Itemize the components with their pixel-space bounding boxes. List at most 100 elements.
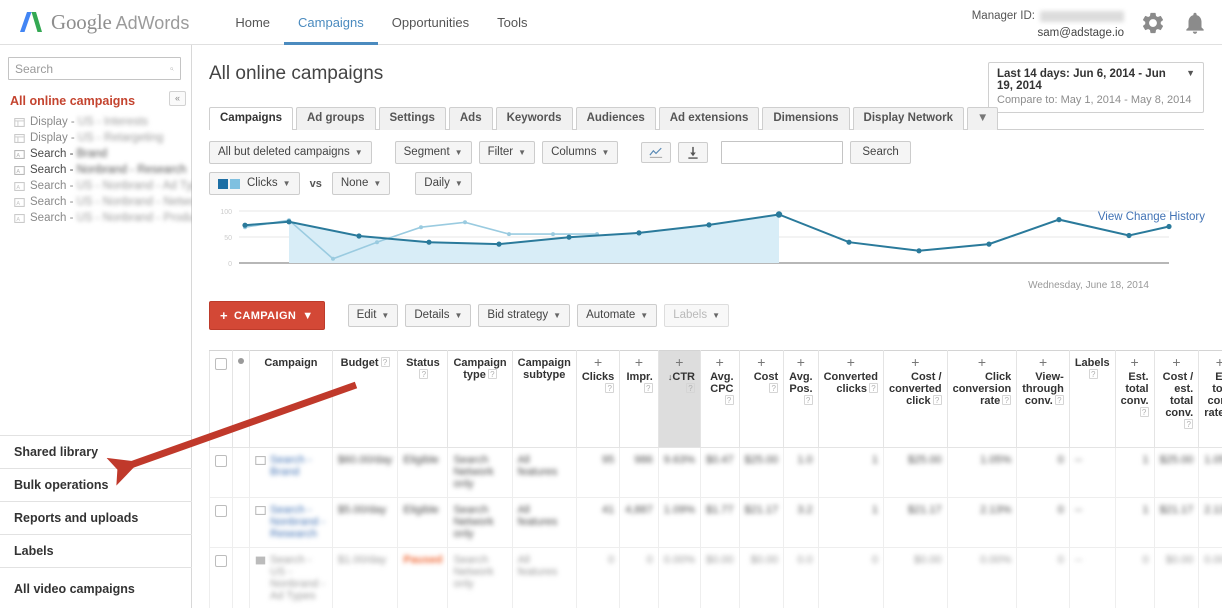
- campaign-name-link[interactable]: Search - Brand: [270, 454, 327, 478]
- tab-keywords[interactable]: Keywords: [495, 107, 573, 130]
- help-icon[interactable]: ?: [380, 357, 390, 367]
- toggle-chart-button[interactable]: [641, 142, 672, 163]
- tab-more-dropdown[interactable]: ▼: [967, 107, 999, 130]
- column-header-avg-pos[interactable]: + Avg. Pos.?: [783, 350, 819, 448]
- add-column-icon[interactable]: +: [745, 355, 779, 369]
- row-budget-cell[interactable]: $60.00/day: [331, 447, 399, 498]
- bid-strategy-button[interactable]: Bid strategy ▼: [478, 304, 571, 327]
- add-column-icon[interactable]: +: [824, 355, 878, 369]
- add-column-icon[interactable]: +: [1121, 355, 1149, 369]
- edit-button[interactable]: Edit ▼: [347, 304, 399, 327]
- add-column-icon[interactable]: +: [889, 355, 942, 369]
- tab-dimensions[interactable]: Dimensions: [762, 107, 850, 130]
- download-report-button[interactable]: [678, 142, 709, 163]
- add-column-icon[interactable]: +: [789, 355, 812, 369]
- column-header-impr[interactable]: + Impr.?: [619, 350, 659, 448]
- row-budget-cell[interactable]: $1.00/day: [331, 547, 399, 608]
- segment-button[interactable]: Segment ▼: [394, 141, 472, 164]
- column-header-status-dot[interactable]: [232, 350, 250, 448]
- row-labels-cell[interactable]: --: [1068, 447, 1116, 498]
- row-checkbox[interactable]: [215, 505, 227, 517]
- column-header-labels[interactable]: Labels?: [1068, 350, 1116, 448]
- sidebar-item-labels[interactable]: Labels: [0, 534, 192, 567]
- new-campaign-button[interactable]: + CAMPAIGN ▼: [209, 301, 325, 330]
- row-budget-cell[interactable]: $5.00/day: [331, 497, 399, 548]
- tab-audiences[interactable]: Audiences: [575, 107, 656, 130]
- column-header-avg-cpc[interactable]: + Avg. CPC?: [699, 350, 740, 448]
- bell-icon[interactable]: [1182, 10, 1208, 36]
- sidebar-campaign-item[interactable]: Display - US - Interests: [0, 114, 191, 130]
- search-input[interactable]: [15, 61, 170, 76]
- help-icon[interactable]: ?: [643, 383, 653, 393]
- column-header-est-total-conv-rate[interactable]: + Est. total conv. rate?: [1198, 350, 1222, 448]
- table-search-button[interactable]: Search: [850, 141, 911, 164]
- column-header-campaign-type[interactable]: Campaign type?: [447, 350, 513, 448]
- add-column-icon[interactable]: +: [706, 355, 734, 369]
- help-icon[interactable]: ?: [803, 395, 813, 405]
- column-header-status[interactable]: Status?: [397, 350, 449, 448]
- help-icon[interactable]: ?: [685, 383, 695, 393]
- column-header-campaign-subtype[interactable]: Campaign subtype: [511, 350, 577, 448]
- help-icon[interactable]: ?: [1184, 419, 1194, 429]
- sidebar-campaign-item[interactable]: A Search - US - Nonbrand - Ad Types: [0, 178, 211, 194]
- sidebar-item-all-video-campaigns[interactable]: All video campaigns: [0, 567, 192, 608]
- add-column-icon[interactable]: +: [1204, 355, 1222, 369]
- column-header-campaign[interactable]: Campaign: [249, 350, 333, 448]
- column-header-clicks[interactable]: + Clicks?: [575, 350, 621, 448]
- sidebar-campaign-item[interactable]: A Search - US - Nonbrand - Products: [0, 210, 209, 226]
- filter-button[interactable]: Filter ▼: [478, 141, 536, 164]
- add-column-icon[interactable]: +: [953, 355, 1012, 369]
- adwords-logo[interactable]: Google AdWords: [18, 9, 189, 35]
- granularity-dropdown[interactable]: Daily ▼: [415, 172, 472, 195]
- sidebar-item-shared-library[interactable]: Shared library: [0, 435, 192, 468]
- help-icon[interactable]: ?: [724, 395, 734, 405]
- row-select-cell[interactable]: [209, 447, 233, 498]
- add-column-icon[interactable]: +: [1022, 355, 1064, 369]
- compare-metric-dropdown[interactable]: None ▼: [331, 172, 391, 195]
- nav-item-opportunities[interactable]: Opportunities: [378, 0, 483, 45]
- row-campaign-cell[interactable]: Search - Brand: [249, 447, 333, 498]
- row-select-cell[interactable]: [209, 547, 233, 608]
- tab-ad-groups[interactable]: Ad groups: [296, 107, 376, 130]
- metric-dropdown[interactable]: Clicks ▼: [209, 172, 300, 195]
- help-icon[interactable]: ?: [419, 369, 429, 379]
- help-icon[interactable]: ?: [487, 369, 497, 379]
- add-column-icon[interactable]: +: [582, 355, 614, 369]
- sidebar-campaign-item[interactable]: A Search - Nonbrand - Research: [0, 162, 191, 178]
- row-campaign-cell[interactable]: Search - US - Nonbrand - Ad Types: [249, 547, 333, 608]
- add-column-icon[interactable]: +: [1160, 355, 1194, 369]
- help-icon[interactable]: ?: [1054, 395, 1064, 405]
- collapse-sidebar-button[interactable]: «: [169, 91, 186, 106]
- table-row[interactable]: Search - Nonbrand - Research $5.00/day E…: [209, 497, 1222, 548]
- sidebar-search[interactable]: [8, 57, 181, 80]
- campaign-scope-dropdown[interactable]: All but deleted campaigns ▼: [209, 141, 372, 164]
- help-icon[interactable]: ?: [1139, 407, 1149, 417]
- gear-icon[interactable]: [1140, 10, 1166, 36]
- labels-button[interactable]: Labels ▼: [664, 304, 730, 327]
- sidebar-campaign-item[interactable]: Display - US - Retargeting: [0, 130, 191, 146]
- tab-ad-extensions[interactable]: Ad extensions: [658, 107, 760, 130]
- help-icon[interactable]: ?: [605, 383, 615, 393]
- table-search-input[interactable]: [721, 141, 844, 164]
- campaign-name-link[interactable]: Search - Nonbrand - Research: [270, 504, 327, 540]
- row-checkbox[interactable]: [215, 455, 227, 467]
- column-header-converted-clicks[interactable]: + Converted clicks?: [817, 350, 885, 448]
- row-campaign-cell[interactable]: Search - Nonbrand - Research: [249, 497, 333, 548]
- all-online-campaigns-header[interactable]: All online campaigns: [0, 94, 191, 108]
- column-header-budget[interactable]: Budget?: [331, 350, 399, 448]
- help-icon[interactable]: ?: [1088, 369, 1098, 379]
- sidebar-campaign-item[interactable]: A Search - US - Nonbrand - Networks: [0, 194, 211, 210]
- row-checkbox[interactable]: [215, 555, 227, 567]
- sidebar-item-reports-and-uploads[interactable]: Reports and uploads: [0, 501, 192, 534]
- help-icon[interactable]: ?: [932, 395, 942, 405]
- nav-item-campaigns[interactable]: Campaigns: [284, 0, 378, 45]
- help-icon[interactable]: ?: [869, 383, 879, 393]
- sidebar-item-bulk-operations[interactable]: Bulk operations: [0, 468, 192, 501]
- table-row[interactable]: Search - Brand $60.00/day Eligible Searc…: [209, 447, 1222, 498]
- automate-button[interactable]: Automate ▼: [577, 304, 658, 327]
- table-row[interactable]: Search - US - Nonbrand - Ad Types $1.00/…: [209, 547, 1222, 608]
- select-all-checkbox[interactable]: [215, 358, 227, 370]
- tab-campaigns[interactable]: Campaigns: [209, 107, 293, 130]
- campaigns-table-container[interactable]: Campaign Budget? Status? Campaign type?: [209, 350, 1222, 608]
- column-header-view-through-conv[interactable]: + View-through conv.?: [1016, 350, 1070, 448]
